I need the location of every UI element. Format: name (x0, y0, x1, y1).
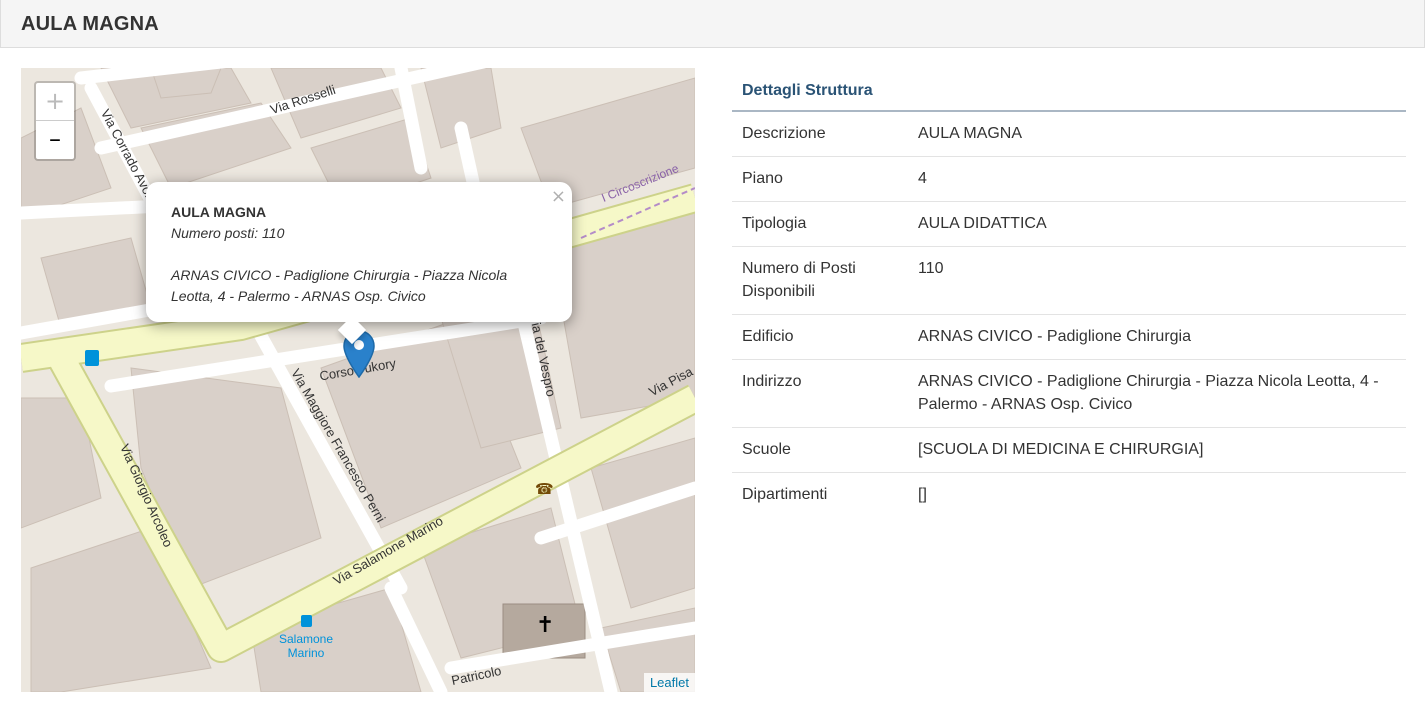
popup-seats: Numero posti: 110 (171, 225, 285, 241)
page-title: AULA MAGNA (21, 13, 159, 35)
details-title-text: Dettagli Struttura (742, 82, 873, 99)
detail-value: 110 (908, 246, 1406, 315)
table-row: Edificio ARNAS CIVICO - Padiglione Chirur… (732, 314, 1406, 360)
details-title: Dettagli Struttura (732, 68, 1406, 112)
detail-value: AULA DIDATTICA (908, 201, 1406, 247)
detail-value: 4 (908, 156, 1406, 202)
detail-label: Edificio (732, 314, 908, 360)
details-table: Descrizione AULA MAGNA Piano 4 Tipologia AULA… (732, 112, 1406, 517)
page-header: AULA MAGNA (0, 0, 1425, 48)
detail-value: ARNAS CIVICO - Padiglione Chirurgia (908, 314, 1406, 360)
church-cross-icon: ✝ (536, 613, 555, 638)
fuel-icon (85, 350, 99, 366)
phone-icon: ☎ (535, 480, 554, 498)
zoom-control: + – (34, 81, 76, 161)
table-row: Indirizzo ARNAS CIVICO - Padiglione Chiru… (732, 359, 1406, 428)
map-popup: × AULA MAGNA Numero posti: 110 ARNAS CIV… (146, 182, 572, 345)
table-row: Descrizione AULA MAGNA (732, 112, 1406, 157)
leaflet-attribution-link[interactable]: Leaflet (643, 673, 695, 692)
bus-stop-label: Salamone Marino (278, 632, 334, 660)
detail-label: Tipologia (732, 201, 908, 247)
popup-tip-cover (316, 308, 386, 322)
detail-value: AULA MAGNA (918, 125, 1023, 142)
popup-title: AULA MAGNA (171, 204, 267, 220)
table-row: Tipologia AULA DIDATTICA (732, 201, 1406, 247)
popup-close-button[interactable]: × (551, 186, 566, 207)
detail-label: Numero di Posti Disponibili (732, 246, 908, 315)
detail-label: Descrizione (742, 125, 826, 142)
detail-value: ARNAS CIVICO - Padiglione Chirurgia - Pi… (908, 359, 1406, 428)
table-row: Numero di Posti Disponibili 110 (732, 246, 1406, 315)
detail-value: [SCUOLA DI MEDICINA E CHIRURGIA] (908, 427, 1406, 473)
table-row: Scuole [SCUOLA DI MEDICINA E CHIRURGIA] (732, 427, 1406, 473)
detail-label: Dipartimenti (732, 472, 908, 517)
map-container[interactable]: Via Rosselli Via Corrado Avollo Corso Tu… (21, 68, 695, 692)
detail-label: Scuole (732, 427, 908, 473)
popup-content: AULA MAGNA Numero posti: 110 ARNAS CIVIC… (171, 202, 551, 307)
details-panel: Dettagli Struttura Descrizione AULA MAGNA… (732, 68, 1406, 517)
table-row: Dipartimenti[] (732, 472, 1406, 517)
detail-value: [] (908, 472, 1406, 517)
detail-label: Indirizzo (732, 359, 908, 428)
bus-stop-icon (301, 615, 312, 627)
detail-label: Piano (732, 156, 908, 202)
table-row: Piano 4 (732, 156, 1406, 202)
popup-address: ARNAS CIVICO - Padiglione Chirurgia - Pi… (171, 267, 508, 304)
zoom-out-button[interactable]: – (36, 121, 74, 158)
zoom-in-button[interactable]: + (36, 83, 74, 121)
